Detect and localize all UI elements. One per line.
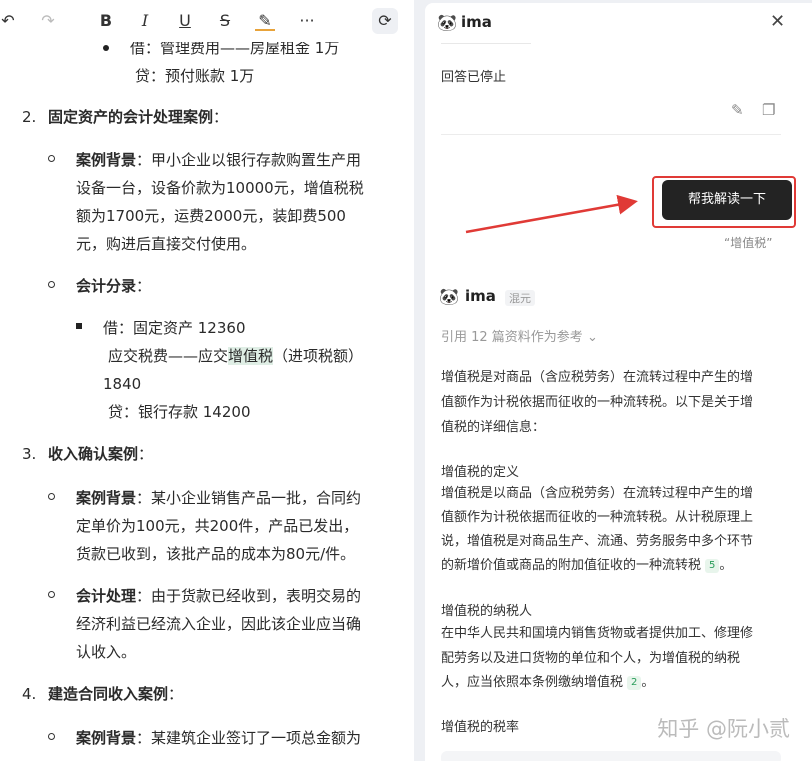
annotation-arrow (465, 194, 638, 234)
underline-button[interactable]: U (175, 10, 195, 32)
editor-toolbar: ↶ ↷ B I U S ✎ ··· ⟳ (0, 0, 414, 42)
undo-icon[interactable]: ↶ (0, 10, 18, 32)
more-icon[interactable]: ··· (295, 10, 319, 32)
redo-icon[interactable]: ↷ (38, 10, 58, 32)
italic-button[interactable]: I (135, 10, 155, 32)
strikethrough-button[interactable]: S (215, 10, 235, 32)
refresh-icon[interactable]: ⟳ (372, 8, 398, 34)
bold-button[interactable]: B (96, 10, 116, 32)
highlight-icon[interactable]: ✎ (255, 10, 275, 31)
watermark: 知乎 @阮小贰 (657, 717, 790, 741)
